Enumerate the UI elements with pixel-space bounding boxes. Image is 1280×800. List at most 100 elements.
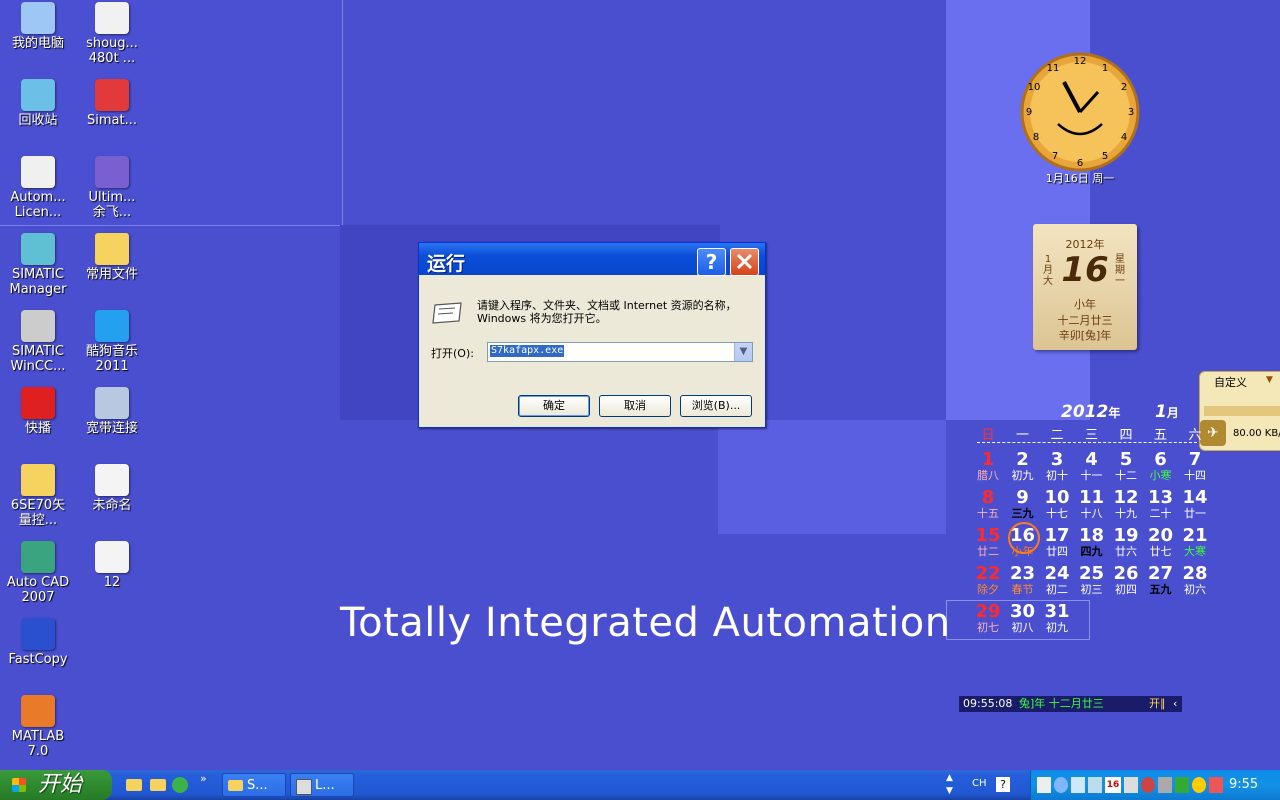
ok-button[interactable]: 确定 (518, 395, 590, 417)
help-icon[interactable]: ? (996, 777, 1010, 792)
desktop-icon[interactable]: 宽带连接 (74, 387, 150, 436)
close-button[interactable] (730, 248, 759, 276)
task-button-l[interactable]: L... (290, 773, 354, 797)
calendar-day[interactable]: 4 十一 (1075, 450, 1109, 482)
browse-button[interactable]: 浏览(B)... (680, 395, 752, 417)
net-mode-select[interactable]: 自定义 (1214, 374, 1247, 390)
chevron-right-icon[interactable]: » (200, 772, 207, 785)
calendar-day[interactable]: 18 四九 (1075, 526, 1109, 558)
start-button[interactable]: 开始 (0, 770, 112, 800)
net-speed-widget[interactable]: 自定义 ▼ ✈ 80.00 KB/ (1199, 371, 1280, 451)
calendar-day[interactable]: 17 廿四 (1040, 526, 1074, 558)
calendar-day[interactable]: 30 初八 (1006, 602, 1040, 634)
ime-indicator[interactable]: CH (972, 778, 987, 789)
calendar-day[interactable]: 20 廿七 (1144, 526, 1178, 558)
desktop-icon[interactable]: 我的电脑 (0, 2, 76, 51)
calendar-day[interactable]: 2 初九 (1006, 450, 1040, 482)
tray-network-icon[interactable] (1054, 777, 1068, 793)
cancel-button[interactable]: 取消 (599, 395, 671, 417)
folder-icon[interactable] (126, 779, 142, 791)
tray-calendar-icon[interactable]: 16 (1105, 777, 1121, 793)
tray-volume-icon[interactable] (1124, 777, 1138, 793)
calendar-day[interactable]: 24 初二 (1040, 564, 1074, 596)
folder-icon[interactable] (150, 779, 166, 791)
desktop-icon[interactable]: SIMATIC WinCC... (0, 310, 76, 374)
desktop-icon[interactable]: 6SE70矢 量控... (0, 464, 76, 528)
calendar-day[interactable]: 19 廿六 (1109, 526, 1143, 558)
tray-app-icon[interactable] (1192, 777, 1206, 793)
desktop-icon[interactable]: Simat... (74, 79, 150, 128)
help-button[interactable]: ? (697, 248, 726, 276)
tray-app-icon[interactable] (1209, 777, 1223, 793)
simatic-icon (95, 79, 129, 111)
desktop-icon[interactable]: 未命名 (74, 464, 150, 513)
calendar-day[interactable]: 10 十七 (1040, 488, 1074, 520)
calendar-day[interactable]: 3 初十 (1040, 450, 1074, 482)
calendar-day[interactable]: 14 廿一 (1178, 488, 1212, 520)
desktop-icon[interactable]: 12 (74, 541, 150, 590)
desktop-icon-label: 我的电脑 (11, 36, 64, 51)
calendar-day[interactable]: 9 三九 (1006, 488, 1040, 520)
scroll-arrows[interactable]: ▲ ▼ (946, 772, 953, 798)
calendar-day[interactable]: 13 二十 (1144, 488, 1178, 520)
desktop-icon[interactable]: 酷狗音乐 2011 (74, 310, 150, 374)
refresh-icon[interactable] (172, 777, 188, 793)
calendar-day[interactable]: 21 大寒 (1178, 526, 1212, 558)
tray-app-icon[interactable] (1037, 777, 1051, 793)
calendar-status-strip[interactable]: 09:55:08 兔]年 十二月廿三 开∥ ‹ (959, 696, 1182, 712)
tray-icons[interactable]: 16 (1037, 777, 1223, 793)
calendar-day[interactable]: 7 十四 (1178, 450, 1212, 482)
dropdown-arrow-icon[interactable]: ▼ (734, 343, 752, 361)
calendar-day[interactable]: 12 十九 (1109, 488, 1143, 520)
calendar-day-number: 19 (1113, 525, 1139, 546)
desktop-icon[interactable]: Ultim... 余飞... (74, 156, 150, 220)
almanac-widget[interactable]: 2012年 1 月 大 16 星 期 一 小年 十二月廿三 辛卯[兔]年 (1033, 224, 1137, 350)
pdf-file-icon (95, 2, 129, 34)
calendar-day[interactable]: 8 十五 (971, 488, 1005, 520)
open-combobox[interactable]: S7kafapx.exe ▼ (487, 342, 753, 362)
taskbar[interactable]: 开始 » S... L... ▲ ▼ CH ? 16 9:55 (0, 770, 1280, 800)
desktop-icon[interactable]: Autom... Licen... (0, 156, 76, 220)
calendar-day[interactable]: 27 五九 (1144, 564, 1178, 596)
analog-clock-widget[interactable]: 12 1 2 345 678 9 10 11 1月16日 周一 (1020, 52, 1140, 187)
calendar-day[interactable]: 31 初九 (1040, 602, 1074, 634)
desktop-icon[interactable]: 回收站 (0, 79, 76, 128)
calendar-day[interactable]: 11 十八 (1075, 488, 1109, 520)
calendar-day[interactable]: 15 廿二 (971, 526, 1005, 558)
tray-app-icon[interactable] (1088, 777, 1102, 793)
calendar-day[interactable]: 5 十二 (1109, 450, 1143, 482)
calendar-year: 2012年 (1061, 402, 1121, 422)
almanac-lunar: 十二月廿三 (1057, 314, 1113, 327)
desktop[interactable]: Totally Integrated Automation 我的电脑 shoug.… (0, 0, 1280, 770)
tray-app-icon[interactable] (1175, 777, 1189, 793)
dialog-titlebar[interactable]: 运行 ? (419, 243, 765, 276)
open-input[interactable]: S7kafapx.exe (490, 345, 565, 357)
desktop-icon[interactable]: Auto CAD 2007 (0, 541, 76, 605)
status-button[interactable]: 开∥ (1149, 696, 1166, 712)
desktop-icon[interactable]: MATLAB 7.0 (0, 695, 76, 759)
task-button-explorer[interactable]: S... (222, 773, 286, 797)
calendar-day[interactable]: 1 腊八 (971, 450, 1005, 482)
calendar-day-lunar: 廿一 (1184, 507, 1206, 520)
tray-app-icon[interactable] (1141, 777, 1155, 793)
desktop-icon[interactable]: 快播 (0, 387, 76, 436)
desktop-icon[interactable]: FastCopy (0, 618, 76, 667)
calendar-day[interactable]: 23 春节 (1006, 564, 1040, 596)
system-tray[interactable]: 16 9:55 (1030, 770, 1280, 800)
run-dialog[interactable]: 运行 ? 请键入程序、文件夹、文档或 Internet 资源的名称，Window… (418, 242, 766, 428)
calendar-day[interactable]: 25 初三 (1075, 564, 1109, 596)
calendar-day[interactable]: 29 初七 (971, 602, 1005, 634)
desktop-icon[interactable]: SIMATIC Manager (0, 233, 76, 297)
tray-app-icon[interactable] (1158, 777, 1172, 793)
taskbar-clock[interactable]: 9:55 (1229, 777, 1258, 792)
calendar-day[interactable]: 26 初四 (1109, 564, 1143, 596)
chevron-left-icon[interactable]: ‹ (1173, 696, 1177, 712)
calendar-day[interactable]: 6 小寒 (1144, 450, 1178, 482)
app-icon (296, 779, 312, 795)
desktop-icon[interactable]: shoug... 480t ... (74, 2, 150, 66)
calendar-day[interactable]: 16 小年 (1006, 522, 1040, 558)
tray-app-icon[interactable] (1071, 777, 1085, 793)
calendar-day[interactable]: 22 除夕 (971, 564, 1005, 596)
calendar-day[interactable]: 28 初六 (1178, 564, 1212, 596)
desktop-icon[interactable]: 常用文件 (74, 233, 150, 282)
